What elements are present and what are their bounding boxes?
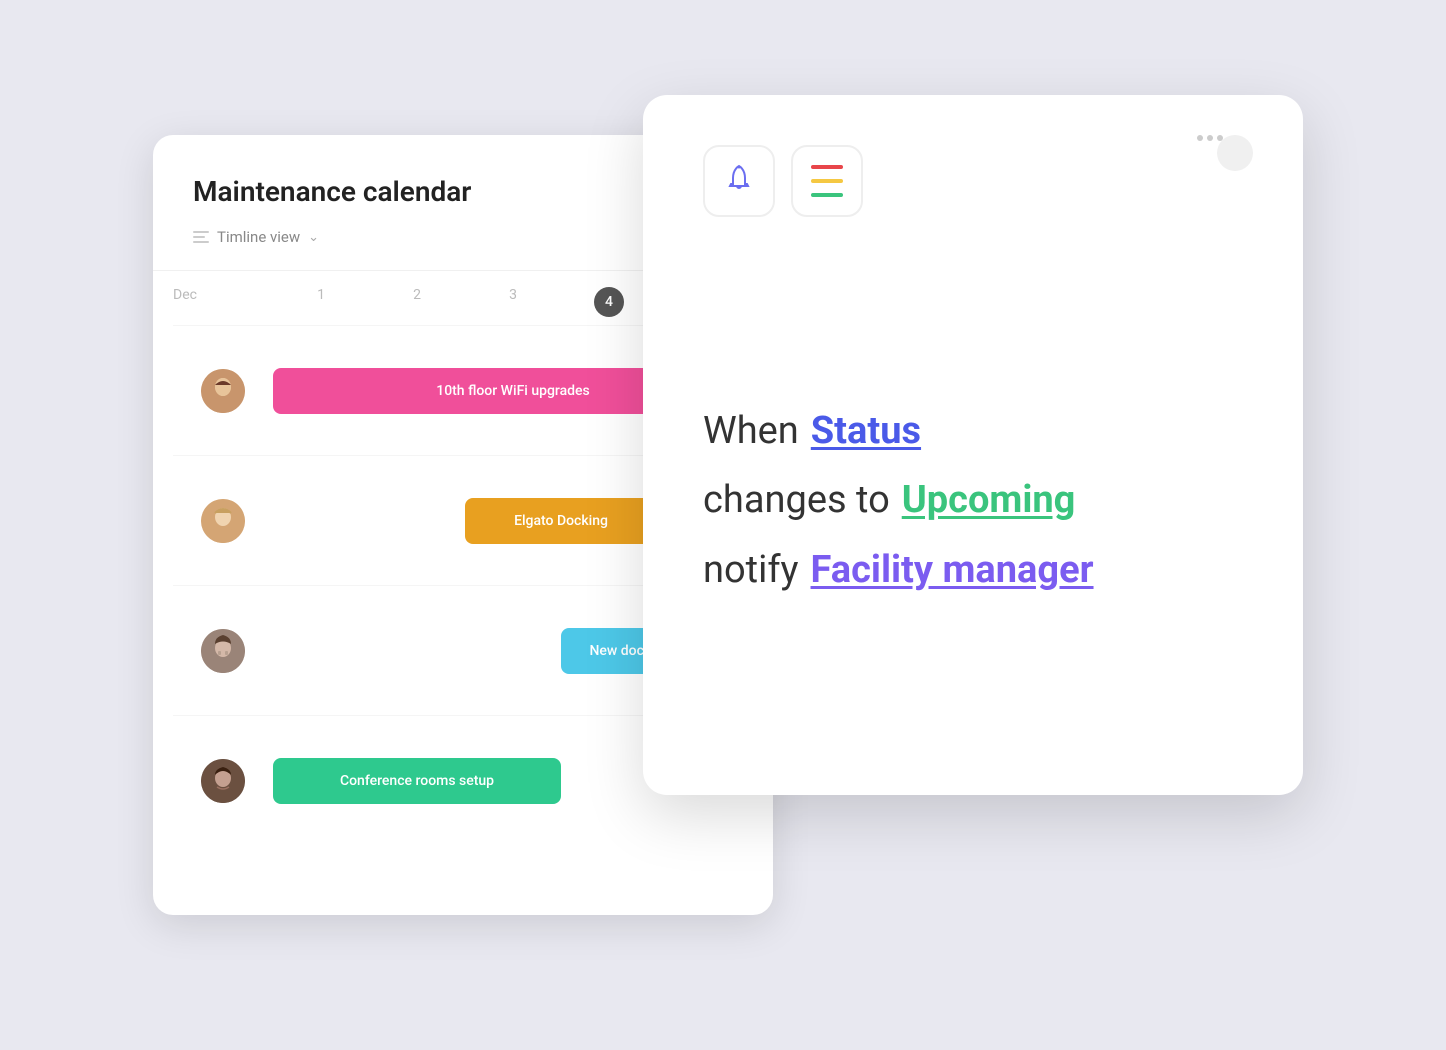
dot bbox=[1197, 135, 1203, 141]
avatar-cell bbox=[173, 369, 273, 413]
when-prefix: When bbox=[703, 407, 799, 456]
filter-icon bbox=[193, 231, 209, 243]
priority-icon-box[interactable] bbox=[791, 145, 863, 217]
notif-line-2: changes to Upcoming bbox=[703, 476, 1243, 525]
avatar bbox=[201, 629, 245, 673]
avatar-cell bbox=[173, 759, 273, 803]
day-1: 1 bbox=[273, 287, 369, 317]
circle-button[interactable] bbox=[1217, 135, 1253, 171]
avatar bbox=[201, 759, 245, 803]
dot bbox=[1207, 135, 1213, 141]
upcoming-keyword: Upcoming bbox=[902, 476, 1076, 525]
notif-line-1: When Status bbox=[703, 407, 1243, 456]
status-keyword: Status bbox=[811, 407, 921, 456]
bell-icon bbox=[723, 162, 755, 201]
notification-card: When Status changes to Upcoming notify F… bbox=[643, 95, 1303, 795]
changes-prefix: changes to bbox=[703, 476, 890, 525]
manager-keyword: Facility manager bbox=[811, 546, 1094, 595]
day-2: 2 bbox=[369, 287, 465, 317]
avatar bbox=[201, 499, 245, 543]
view-label: Timline view bbox=[217, 228, 300, 246]
avatar-cell bbox=[173, 499, 273, 543]
avatar-cell bbox=[173, 629, 273, 673]
notify-prefix: notify bbox=[703, 546, 799, 595]
task-elgato[interactable]: Elgato Docking bbox=[465, 498, 657, 544]
month-label: Dec bbox=[173, 287, 273, 317]
notification-icons bbox=[703, 145, 1243, 217]
priority-lines-icon bbox=[811, 165, 843, 197]
day-3: 3 bbox=[465, 287, 561, 317]
notif-line-3: notify Facility manager bbox=[703, 546, 1243, 595]
three-dots-menu[interactable] bbox=[1197, 135, 1223, 141]
avatar bbox=[201, 369, 245, 413]
day-4-today: 4 bbox=[594, 287, 624, 317]
notification-content: When Status changes to Upcoming notify F… bbox=[703, 257, 1243, 745]
task-conference[interactable]: Conference rooms setup bbox=[273, 758, 561, 804]
bell-icon-box[interactable] bbox=[703, 145, 775, 217]
scene: Maintenance calendar Timline view ⌄ Dec … bbox=[123, 75, 1323, 975]
view-dropdown-arrow[interactable]: ⌄ bbox=[308, 230, 319, 245]
